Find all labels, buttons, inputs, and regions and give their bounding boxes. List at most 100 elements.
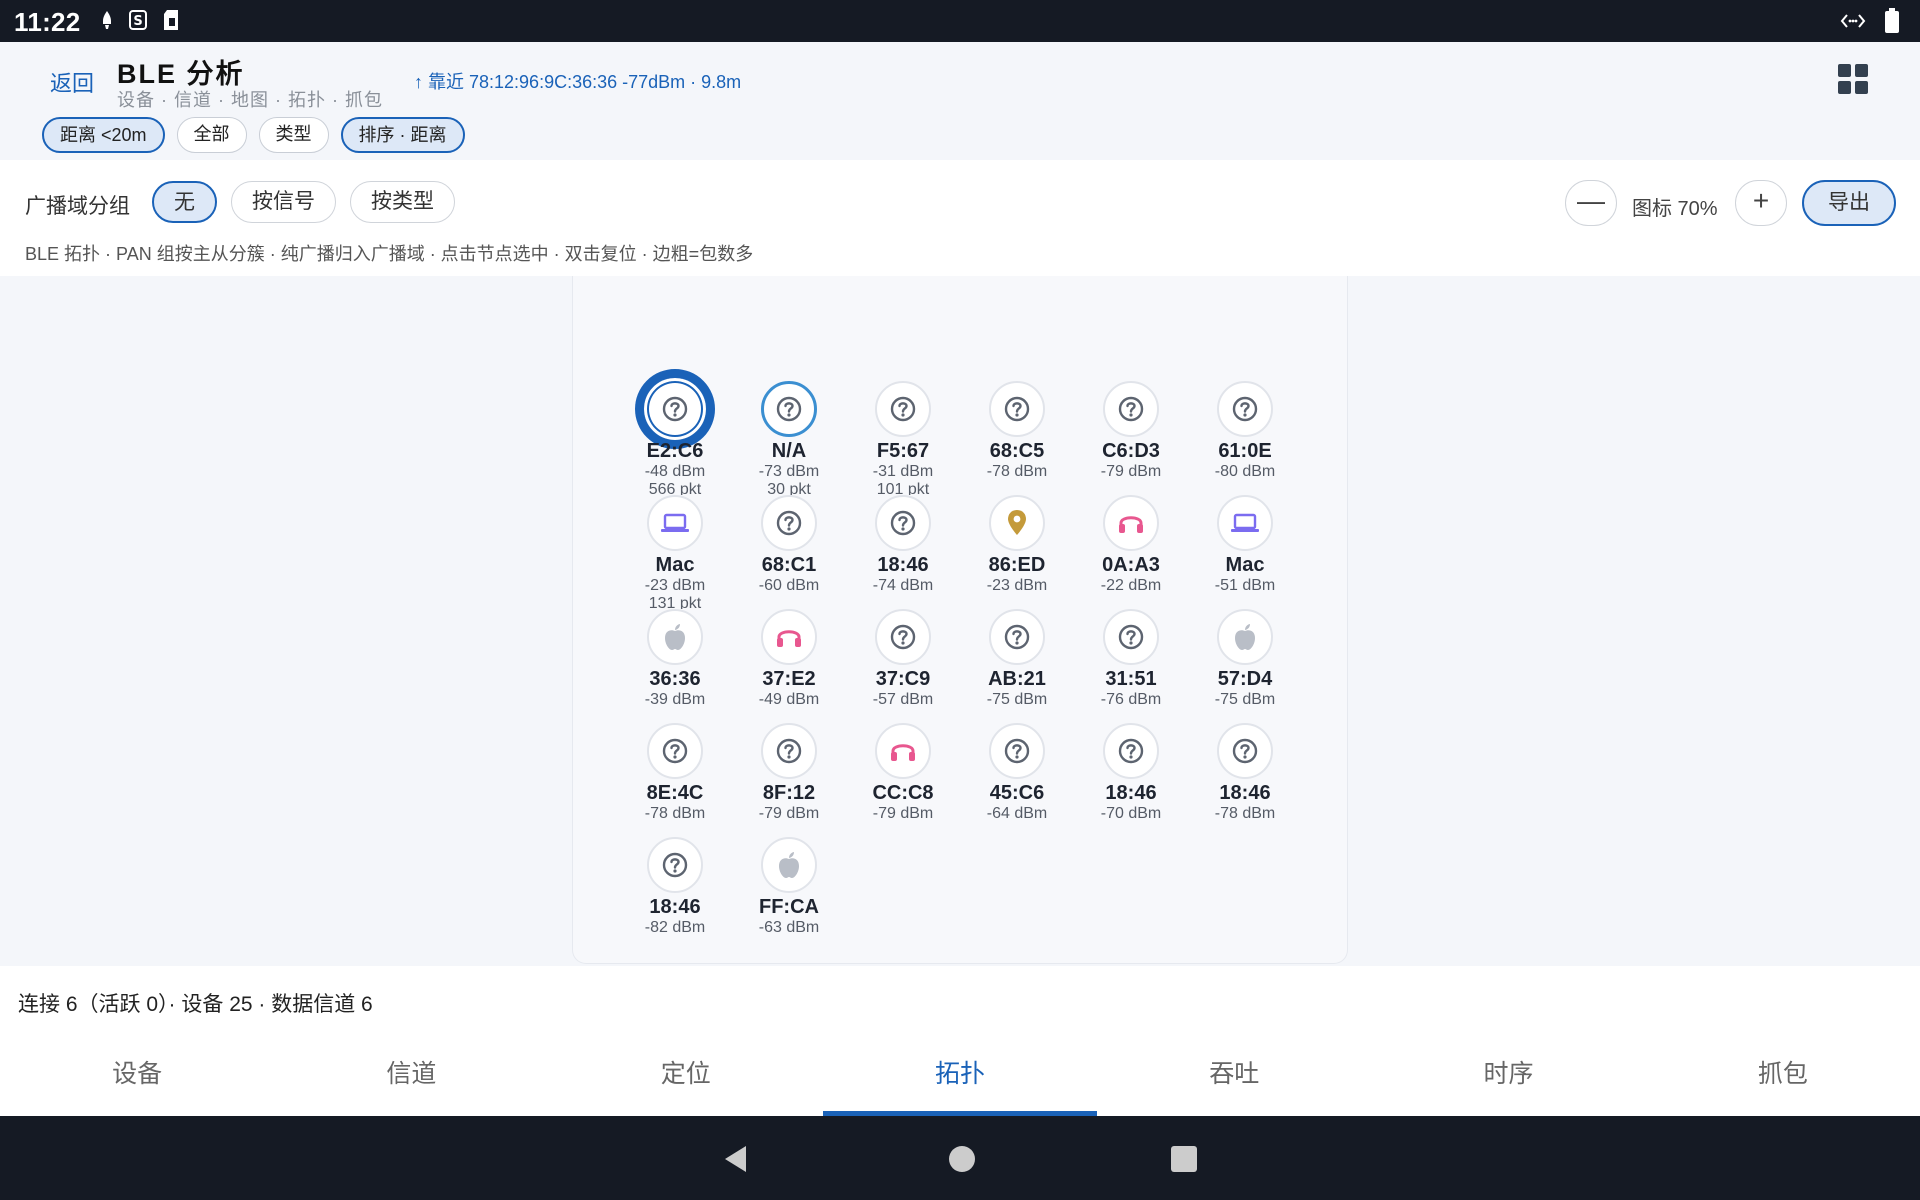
topology-node[interactable]: CC:C8 -79 dBm xyxy=(848,723,958,823)
topology-node[interactable]: F5:67 -31 dBm 101 pkt xyxy=(848,381,958,495)
topology-node[interactable]: 68:C1 -60 dBm xyxy=(734,495,844,595)
zoom-out-button[interactable]: — xyxy=(1565,180,1617,226)
topology-canvas[interactable]: E2:C6 -48 dBm 566 pkt N/A -73 dBm 30 pkt F5:67… xyxy=(572,276,1348,964)
topology-node[interactable]: 8E:4C -78 dBm xyxy=(620,723,730,823)
topology-node[interactable]: 18:46 -82 dBm xyxy=(620,837,730,937)
topology-node[interactable]: N/A -73 dBm 30 pkt xyxy=(734,381,844,495)
unknown-icon xyxy=(875,495,931,551)
apple-icon xyxy=(761,837,817,893)
node-rssi: -64 dBm xyxy=(986,805,1048,822)
topology-node[interactable]: 36:36 -39 dBm xyxy=(620,609,730,709)
headphones-icon xyxy=(761,609,817,665)
node-rssi: -63 dBm xyxy=(758,919,820,936)
topology-node[interactable]: 18:46 -70 dBm xyxy=(1076,723,1186,823)
node-rssi: -78 dBm xyxy=(986,463,1048,480)
node-packet-count: 131 pkt xyxy=(648,595,702,609)
topology-node[interactable]: Mac -23 dBm 131 pkt xyxy=(620,495,730,609)
node-name: C6:D3 xyxy=(1102,440,1160,462)
chip-sort-distance[interactable]: 排序 · 距离 xyxy=(340,117,465,153)
unknown-icon xyxy=(875,381,931,437)
topology-node[interactable]: 45:C6 -64 dBm xyxy=(962,723,1072,823)
node-name: 8F:12 xyxy=(762,782,816,804)
chip-type[interactable]: 类型 xyxy=(258,117,329,153)
node-name: F5:67 xyxy=(876,440,930,462)
group-by-type-button[interactable]: 按类型 xyxy=(350,181,455,223)
topology-node[interactable]: FF:CA -63 dBm xyxy=(734,837,844,937)
unknown-icon xyxy=(989,609,1045,665)
node-name: 61:0E xyxy=(1218,440,1272,462)
unknown-icon xyxy=(635,369,715,449)
filter-chips: 距离 <20m 全部 类型 排序 · 距离 xyxy=(42,117,465,153)
topology-node[interactable]: 61:0E -80 dBm xyxy=(1190,381,1300,481)
grid-icon xyxy=(1838,64,1851,77)
node-name: 37:E2 xyxy=(762,668,816,690)
tab-capture[interactable]: 抓包 xyxy=(1646,1030,1920,1116)
location-pin-icon xyxy=(989,495,1045,551)
unknown-icon xyxy=(761,495,817,551)
node-rssi: -60 dBm xyxy=(758,577,820,594)
node-rssi: -75 dBm xyxy=(986,691,1048,708)
topology-node[interactable]: C6:D3 -79 dBm xyxy=(1076,381,1186,481)
unknown-icon xyxy=(761,723,817,779)
node-name: 31:51 xyxy=(1105,668,1157,690)
chip-distance-filter[interactable]: 距离 <20m xyxy=(42,117,165,153)
tab-location[interactable]: 定位 xyxy=(549,1030,823,1116)
node-name: 45:C6 xyxy=(989,782,1045,804)
topology-node[interactable]: AB:21 -75 dBm xyxy=(962,609,1072,709)
node-name: 18:46 xyxy=(649,896,701,918)
grid-view-button[interactable] xyxy=(1838,64,1868,94)
icon-zoom-level: 图标 70% xyxy=(1632,198,1718,220)
nav-back-icon[interactable] xyxy=(722,1144,748,1174)
topology-node[interactable]: 86:ED -23 dBm xyxy=(962,495,1072,595)
laptop-icon xyxy=(1217,495,1273,551)
topology-node[interactable]: Mac -51 dBm xyxy=(1190,495,1300,595)
tab-timing[interactable]: 时序 xyxy=(1371,1030,1645,1116)
export-button[interactable]: 导出 xyxy=(1802,180,1896,226)
status-right xyxy=(1840,8,1900,34)
node-name: 18:46 xyxy=(1219,782,1271,804)
headphones-icon xyxy=(875,723,931,779)
unknown-icon xyxy=(647,837,703,893)
node-rssi: -82 dBm xyxy=(644,919,706,936)
chip-all[interactable]: 全部 xyxy=(176,117,247,153)
topology-node[interactable]: 37:C9 -57 dBm xyxy=(848,609,958,709)
group-by-signal-button[interactable]: 按信号 xyxy=(231,181,336,223)
nav-recents-icon[interactable] xyxy=(1171,1146,1197,1172)
topology-node[interactable]: 31:51 -76 dBm xyxy=(1076,609,1186,709)
notification-icon xyxy=(103,11,111,29)
topology-node[interactable]: 18:46 -74 dBm xyxy=(848,495,958,595)
node-name: 0A:A3 xyxy=(1102,554,1160,576)
node-rssi: -79 dBm xyxy=(1100,463,1162,480)
topology-node[interactable]: E2:C6 -48 dBm 566 pkt xyxy=(620,369,730,495)
tab-throughput[interactable]: 吞吐 xyxy=(1097,1030,1371,1116)
bottom-tabs: 设备 信道 定位 拓扑 吞吐 时序 抓包 xyxy=(0,1030,1920,1116)
node-rssi: -75 dBm xyxy=(1214,691,1276,708)
status-bar: 11:22 S xyxy=(0,0,1920,42)
status-icons: S xyxy=(100,9,180,31)
back-button[interactable]: 返回 xyxy=(50,66,94,98)
topology-node[interactable]: 8F:12 -79 dBm xyxy=(734,723,844,823)
unknown-icon xyxy=(1103,723,1159,779)
node-name: E2:C6 xyxy=(646,440,704,462)
topology-node[interactable]: 68:C5 -78 dBm xyxy=(962,381,1072,481)
topology-node[interactable]: 37:E2 -49 dBm xyxy=(734,609,844,709)
sd-card-icon xyxy=(164,10,178,30)
topology-hint: BLE 拓扑 · PAN 组按主从分簇 · 纯广播归入广播域 · 点击节点选中 … xyxy=(25,244,754,264)
group-none-button[interactable]: 无 xyxy=(152,181,217,223)
zoom-in-button[interactable]: + xyxy=(1735,180,1787,226)
tab-devices[interactable]: 设备 xyxy=(0,1030,274,1116)
nearest-device-readout[interactable]: ↑ 靠近 78:12:96:9C:36:36 -77dBm · 9.8m xyxy=(414,68,741,94)
apple-icon xyxy=(647,609,703,665)
node-name: Mac xyxy=(1225,554,1265,576)
tab-topology[interactable]: 拓扑 xyxy=(822,1030,1098,1116)
summary-stats: 连接 6（活跃 0）· 设备 25 · 数据信道 6 xyxy=(18,993,373,1016)
data-transfer-icon xyxy=(1840,14,1866,28)
nav-home-icon[interactable] xyxy=(949,1146,975,1172)
topology-node[interactable]: 18:46 -78 dBm xyxy=(1190,723,1300,823)
topology-node[interactable]: 57:D4 -75 dBm xyxy=(1190,609,1300,709)
node-name: CC:C8 xyxy=(872,782,934,804)
tab-channels[interactable]: 信道 xyxy=(274,1030,548,1116)
unknown-icon xyxy=(761,381,817,437)
topology-node[interactable]: 0A:A3 -22 dBm xyxy=(1076,495,1186,595)
node-name: 68:C1 xyxy=(761,554,817,576)
